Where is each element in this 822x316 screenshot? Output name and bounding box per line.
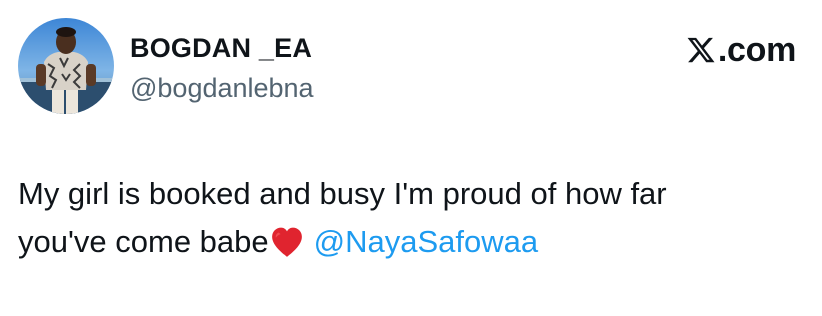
tweet-body: My girl is booked and busy I'm proud of … [18,170,808,272]
tweet-line-2-text: you've come babe [18,224,269,259]
tweet-line-2: you've come babe @NayaSafowaa [18,218,808,272]
author-display-name[interactable]: BOGDAN _EA [130,33,312,64]
x-com-brand: .com [686,30,796,70]
avatar[interactable] [18,18,114,114]
brand-domain-suffix: .com [717,30,796,69]
author-handle[interactable]: @bogdanlebna [130,73,314,104]
x-logo-icon [687,37,715,63]
avatar-photo [18,18,114,114]
mention-link[interactable]: @NayaSafowaa [314,224,538,259]
tweet-card: BOGDAN _EA @bogdanlebna .com My girl is … [0,0,822,316]
tweet-line-1: My girl is booked and busy I'm proud of … [18,176,667,211]
red-heart-icon [270,224,304,272]
